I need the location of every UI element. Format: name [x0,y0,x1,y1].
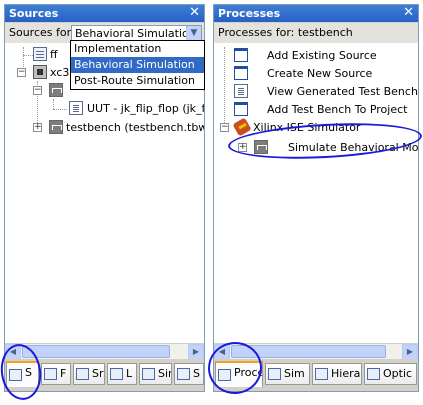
process-label: View Generated Test Bench A [267,85,418,98]
file-icon [33,47,47,61]
tab-label: Sr [92,367,104,380]
options-tab-icon [367,368,380,380]
processes-title: Processes [218,7,281,20]
process-label: Add Existing Source [267,49,377,62]
module-icon [49,83,63,97]
tab-sources[interactable]: S [6,361,39,387]
scroll-left-icon[interactable]: ◀ [5,344,21,360]
expand-icon[interactable]: + [238,143,247,152]
tab-label: S [25,366,32,379]
scroll-right-icon[interactable]: ▶ [402,344,418,360]
tab-sim-instances[interactable]: Sim ( [265,363,310,385]
tab-signals[interactable]: S [174,363,204,385]
processes-for-row: Processes for: testbench [214,23,418,43]
tab-label: Sim ( [284,367,310,380]
sources-title: Sources [9,7,59,20]
tree-line [53,99,54,109]
files-tab-icon [44,368,57,380]
dropdown-option-post-route-simulation[interactable]: Post-Route Simulation [71,73,204,89]
processes-tab-bar: Proce Sim ( Hierar Optic [214,359,418,391]
sources-for-label: Sources for: [9,26,75,39]
document-icon [234,84,248,98]
testbench-icon [49,120,63,134]
process-label: Add Test Bench To Project [267,103,408,116]
tab-files[interactable]: F [41,363,71,385]
scrollbar-thumb[interactable] [22,345,170,358]
processes-for-label: Processes for: testbench [218,26,353,39]
tool-icon [232,117,252,137]
processes-title-bar: Processes ✕ [214,5,418,22]
process-label: Xilinx ISE Simulator [253,121,361,134]
chip-icon [33,65,47,79]
window-icon [234,102,248,116]
tree-item-label: testbench (testbench.tbw) [66,121,204,134]
chevron-down-icon[interactable]: ▼ [186,26,201,41]
hierarchy-tab-icon [315,368,328,380]
sources-tab-icon [9,369,22,381]
collapse-icon[interactable]: − [17,68,26,77]
tab-hierarchy[interactable]: Hierar [312,363,362,385]
process-label: Simulate Behavioral Mode [288,141,418,154]
collapse-icon[interactable]: − [220,123,229,132]
tab-libraries[interactable]: L [107,363,137,385]
collapse-icon[interactable]: − [33,86,42,95]
scroll-left-icon[interactable]: ◀ [214,344,230,360]
tab-label: S [193,367,200,380]
tab-label: Proce [234,366,263,379]
signals-tab-icon [177,368,190,380]
verilog-file-icon [69,101,83,115]
window-icon [234,48,248,62]
dropdown-option-behavioral-simulation[interactable]: Behavioral Simulation [71,57,204,73]
tab-sim[interactable]: Sim [139,363,172,385]
tab-label: L [126,367,133,380]
tree-item-label: ff [50,48,58,61]
dropdown-option-implementation[interactable]: Implementation [71,41,204,57]
sim-tab-icon [142,368,155,380]
tab-options[interactable]: Optic [364,363,417,385]
processes-horizontal-scrollbar[interactable]: ◀ ▶ [214,343,418,360]
snapshots-tab-icon [76,368,89,380]
processes-tab-icon [218,369,231,381]
tree-line [53,109,67,110]
scroll-right-icon[interactable]: ▶ [188,344,204,360]
sources-tree: ff − xc3s − UUT - jk_flip_flop (jk_flip_… [5,43,204,359]
processes-panel: Processes ✕ Processes for: testbench Add… [213,4,419,392]
tab-processes[interactable]: Proce [215,361,263,387]
processes-tree: Add Existing Source Create New Source Vi… [214,43,418,359]
sources-close-icon[interactable]: ✕ [189,5,200,21]
tab-snapshots[interactable]: Sr [73,363,105,385]
sim-instances-tab-icon [268,368,281,380]
process-label: Create New Source [267,67,373,80]
tab-label: Hierar [331,367,362,380]
sources-for-dropdown-list: Implementation Behavioral Simulation Pos… [70,40,205,90]
sources-title-bar: Sources ✕ [5,5,204,22]
sources-horizontal-scrollbar[interactable]: ◀ ▶ [5,343,204,360]
tab-label: Optic [383,367,413,380]
tree-item-label: UUT - jk_flip_flop (jk_flip_ [87,102,204,115]
tab-label: Sim [158,367,171,380]
scrollbar-thumb[interactable] [231,345,386,358]
expand-icon[interactable]: + [33,123,42,132]
sources-tab-bar: S F Sr L Sim S [5,359,204,391]
tree-line [224,47,225,129]
libraries-tab-icon [110,368,123,380]
tree-line [23,55,33,56]
processes-close-icon[interactable]: ✕ [403,5,414,21]
sources-for-value: Behavioral Simulation [75,27,196,40]
window-icon [234,66,248,80]
tab-label: F [60,367,67,380]
simulation-icon [254,140,268,154]
